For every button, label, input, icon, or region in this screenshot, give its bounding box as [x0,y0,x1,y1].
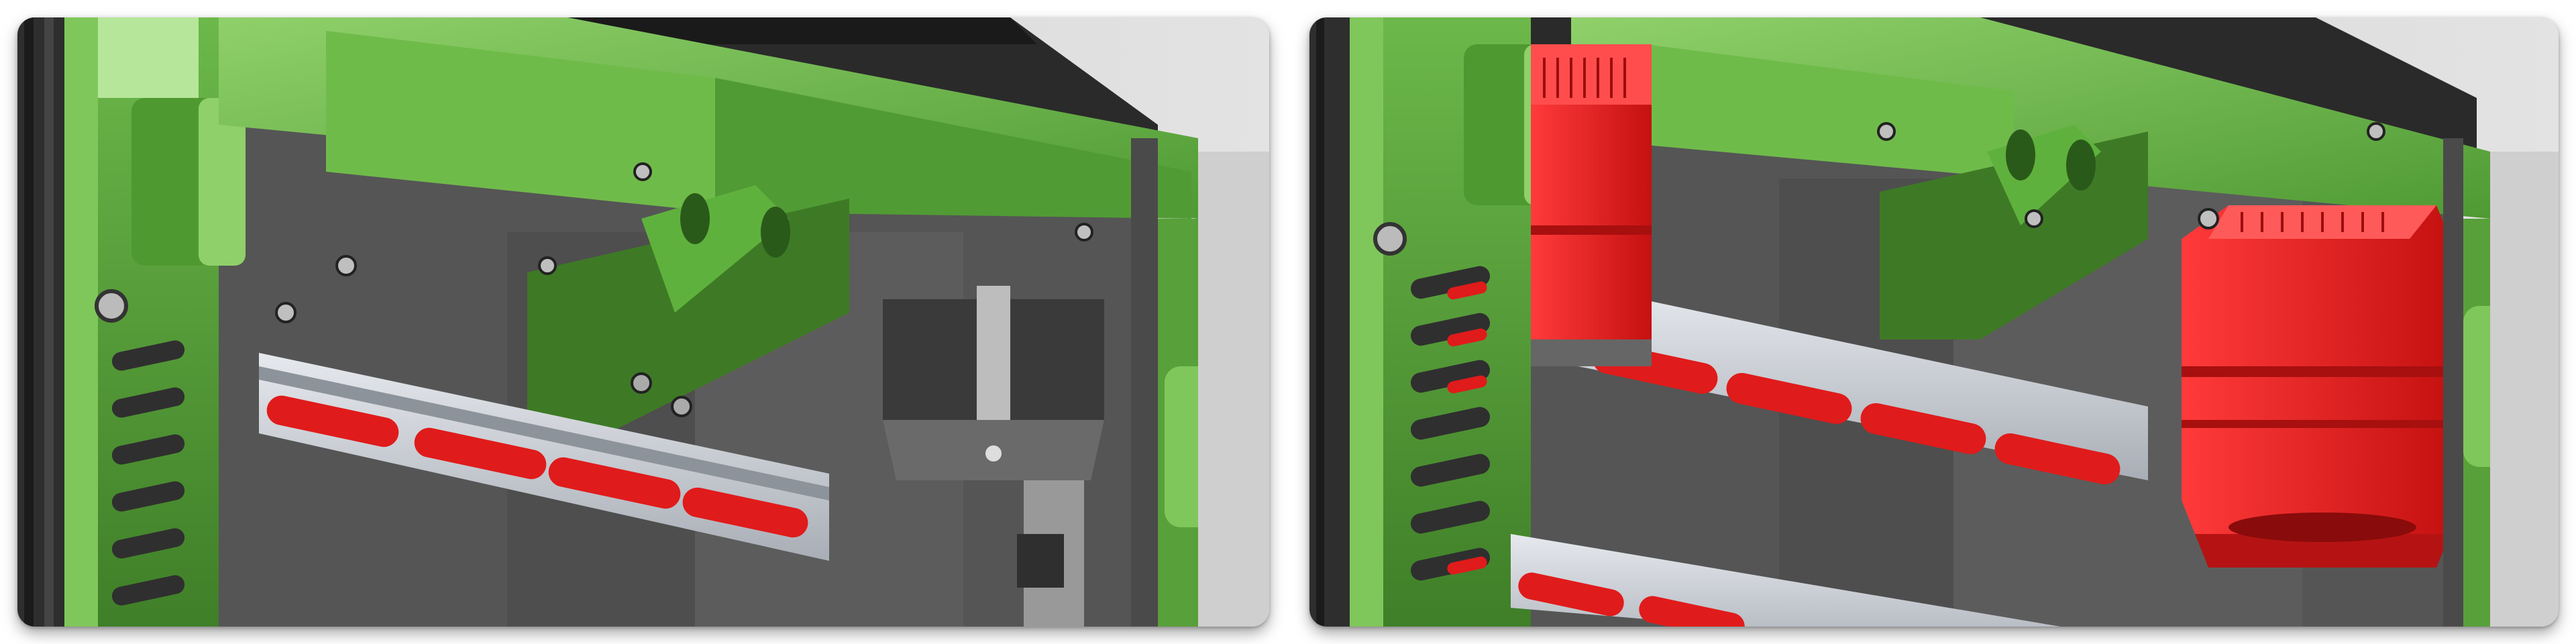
right-render-panel [1309,17,2559,627]
side-by-side-renders [0,0,2576,644]
left-render-illustration [17,17,1269,627]
left-render-panel [17,17,1269,627]
right-render-illustration [1309,17,2559,627]
